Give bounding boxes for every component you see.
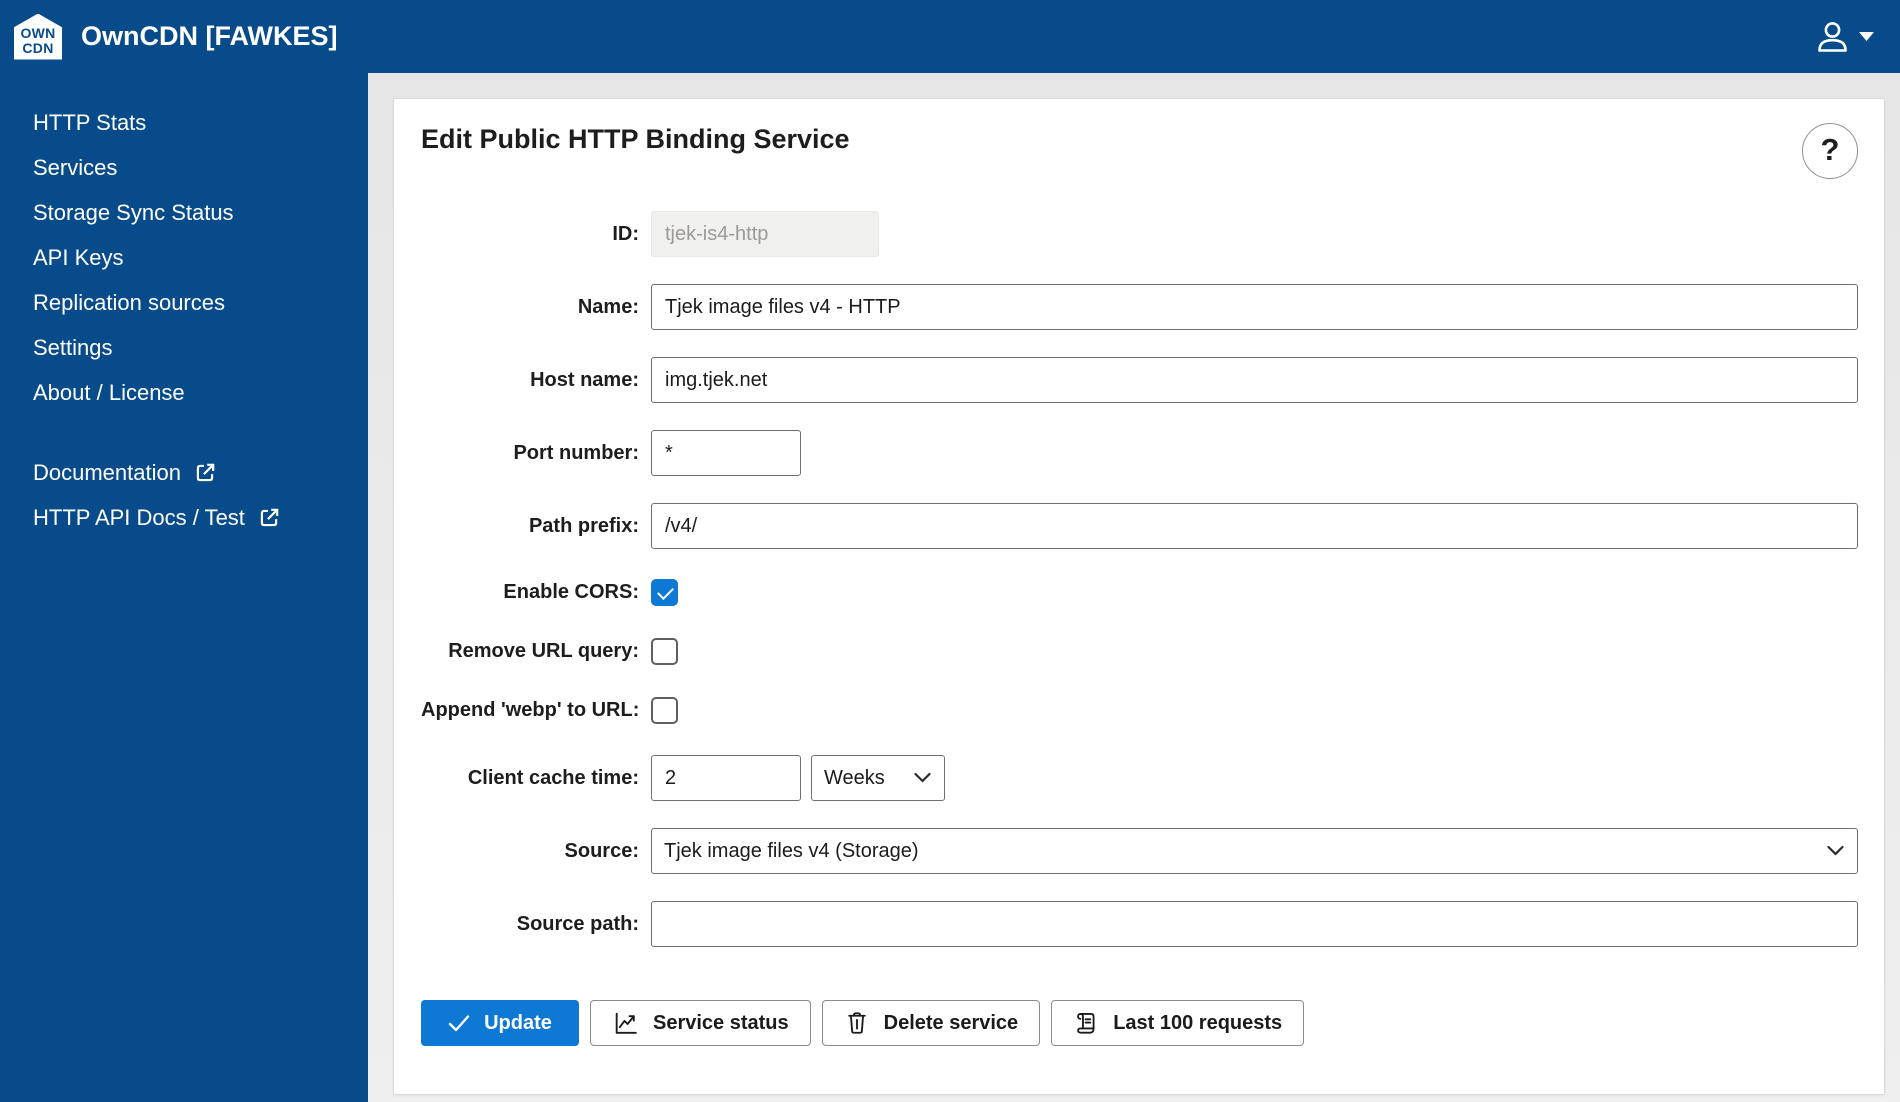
client-cache-time-field[interactable] <box>651 755 801 801</box>
delete-service-button-label: Delete service <box>883 1011 1019 1034</box>
service-status-button-label: Service status <box>653 1011 789 1034</box>
delete-service-button[interactable]: Delete service <box>821 1000 1041 1046</box>
binding-service-form: ID: Name: Host name: Port number: Path p <box>421 211 1858 947</box>
sidebar-item-label: Settings <box>33 334 113 360</box>
source-select-wrap: Tjek image files v4 (Storage) <box>651 828 1858 874</box>
source-path-label: Source path: <box>516 912 639 935</box>
update-button-label: Update <box>484 1011 552 1034</box>
form-row-path-prefix: Path prefix: <box>421 503 1858 549</box>
main-content: Edit Public HTTP Binding Service ? ID: N… <box>368 73 1900 1102</box>
last-requests-button[interactable]: Last 100 requests <box>1051 1000 1305 1046</box>
page-title: Edit Public HTTP Binding Service <box>421 124 850 154</box>
layout: HTTP Stats Services Storage Sync Status … <box>0 73 1900 1102</box>
name-field[interactable] <box>651 284 1858 330</box>
form-row-host-name: Host name: <box>421 357 1858 403</box>
chart-icon <box>612 1010 639 1037</box>
help-button[interactable]: ? <box>1802 123 1858 179</box>
sidebar-item-label: Storage Sync Status <box>33 199 234 225</box>
user-menu-button[interactable] <box>1814 20 1874 54</box>
sidebar-item-replication-sources[interactable]: Replication sources <box>0 280 368 325</box>
logo-line2: CDN <box>22 39 54 56</box>
name-label: Name: <box>577 295 639 318</box>
sidebar-item-storage-sync-status[interactable]: Storage Sync Status <box>0 190 368 235</box>
port-number-field[interactable] <box>651 430 801 476</box>
request-log-icon <box>1073 1010 1099 1036</box>
form-row-append-webp: Append 'webp' to URL: <box>421 696 1858 724</box>
sidebar-link-http-api-docs[interactable]: HTTP API Docs / Test <box>0 495 368 540</box>
question-mark-icon: ? <box>1820 131 1840 167</box>
remove-url-query-checkbox[interactable] <box>651 637 678 665</box>
form-row-source: Source: Tjek image files v4 (Storage) <box>421 828 1858 874</box>
external-link-icon <box>193 461 217 485</box>
sidebar-item-about-license[interactable]: About / License <box>0 370 368 415</box>
owncdn-logo-icon: OWN CDN <box>14 13 62 60</box>
cache-unit-select[interactable]: Weeks <box>811 755 945 801</box>
sidebar-item-label: Replication sources <box>33 289 225 315</box>
form-row-port-number: Port number: <box>421 430 1858 476</box>
form-row-name: Name: <box>421 284 1858 330</box>
app-title: OwnCDN [FAWKES] <box>81 21 338 51</box>
trash-icon <box>844 1010 870 1036</box>
form-row-source-path: Source path: <box>421 901 1858 947</box>
append-webp-label: Append 'webp' to URL: <box>421 698 640 721</box>
sidebar-item-http-stats[interactable]: HTTP Stats <box>0 100 368 145</box>
check-icon <box>448 1014 470 1032</box>
sidebar: HTTP Stats Services Storage Sync Status … <box>0 73 368 1102</box>
logo-line1: OWN <box>20 24 56 41</box>
source-path-field[interactable] <box>651 901 1858 947</box>
edit-service-card: Edit Public HTTP Binding Service ? ID: N… <box>393 98 1885 1095</box>
brand: OWN CDN OwnCDN [FAWKES] <box>14 13 338 60</box>
cache-unit-select-wrap: Weeks <box>811 755 945 801</box>
host-name-field[interactable] <box>651 357 1858 403</box>
form-row-client-cache-time: Client cache time: Weeks <box>421 755 1858 801</box>
host-name-label: Host name: <box>530 368 639 391</box>
sidebar-item-settings[interactable]: Settings <box>0 325 368 370</box>
id-label: ID: <box>612 222 639 245</box>
sidebar-item-api-keys[interactable]: API Keys <box>0 235 368 280</box>
client-cache-time-label: Client cache time: <box>467 766 639 789</box>
form-row-id: ID: <box>421 211 1858 257</box>
service-status-button[interactable]: Service status <box>590 1000 811 1046</box>
form-row-enable-cors: Enable CORS: <box>421 578 1858 606</box>
sidebar-item-label: Services <box>33 154 118 180</box>
caret-down-icon <box>1859 32 1874 41</box>
sidebar-item-label: API Keys <box>33 244 124 270</box>
action-buttons: Update Service status Delete service Las… <box>421 1000 1858 1046</box>
source-select[interactable]: Tjek image files v4 (Storage) <box>651 828 1858 874</box>
sidebar-link-documentation[interactable]: Documentation <box>0 450 368 495</box>
update-button[interactable]: Update <box>421 1000 579 1046</box>
source-label: Source: <box>564 839 639 862</box>
last-requests-button-label: Last 100 requests <box>1113 1011 1283 1034</box>
id-field <box>651 211 879 257</box>
topbar: OWN CDN OwnCDN [FAWKES] <box>0 0 1900 73</box>
path-prefix-field[interactable] <box>651 503 1858 549</box>
form-row-remove-url-query: Remove URL query: <box>421 637 1858 665</box>
path-prefix-label: Path prefix: <box>528 514 639 537</box>
sidebar-item-label: HTTP Stats <box>33 109 147 135</box>
append-webp-checkbox[interactable] <box>651 696 678 724</box>
sidebar-item-label: About / License <box>33 379 185 405</box>
enable-cors-label: Enable CORS: <box>503 580 639 603</box>
external-link-icon <box>257 506 281 530</box>
port-number-label: Port number: <box>513 441 639 464</box>
enable-cors-checkbox[interactable] <box>651 578 678 606</box>
sidebar-link-label: Documentation <box>33 459 181 485</box>
sidebar-link-label: HTTP API Docs / Test <box>33 504 245 530</box>
sidebar-item-services[interactable]: Services <box>0 145 368 190</box>
user-icon <box>1814 20 1851 54</box>
remove-url-query-label: Remove URL query: <box>448 639 639 662</box>
